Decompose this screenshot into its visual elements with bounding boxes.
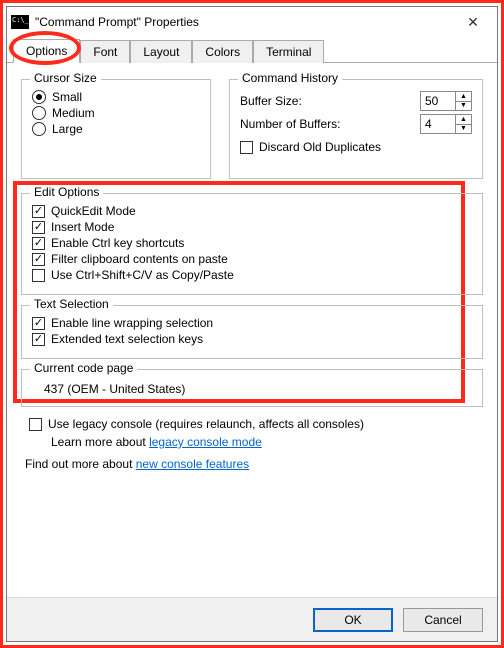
edit-options-title: Edit Options [30, 185, 103, 199]
ok-button[interactable]: OK [313, 608, 393, 632]
filter-clipboard-checkbox[interactable]: Filter clipboard contents on paste [32, 252, 472, 266]
checkbox-label: Discard Old Duplicates [259, 140, 381, 154]
checkbox-icon [32, 237, 45, 250]
tab-layout[interactable]: Layout [130, 40, 192, 63]
checkbox-icon [32, 221, 45, 234]
window-title: "Command Prompt" Properties [35, 15, 453, 29]
text-selection-group: Text Selection Enable line wrapping sele… [21, 305, 483, 359]
cursor-size-title: Cursor Size [30, 71, 101, 85]
text-selection-title: Text Selection [30, 297, 113, 311]
radio-label: Medium [52, 106, 95, 120]
legacy-learn-prefix: Learn more about [51, 435, 149, 449]
ctrl-shortcuts-checkbox[interactable]: Enable Ctrl key shortcuts [32, 236, 472, 250]
findout-prefix: Find out more about [25, 457, 136, 471]
radio-label: Small [52, 90, 82, 104]
num-buffers-value[interactable]: 4 [421, 115, 455, 133]
checkbox-label: Insert Mode [51, 220, 114, 234]
command-history-group: Command History Buffer Size: 50 ▲ ▼ Numb… [229, 79, 483, 179]
legacy-console-link[interactable]: legacy console mode [149, 435, 262, 449]
cursor-size-group: Cursor Size Small Medium Large [21, 79, 211, 179]
cancel-button[interactable]: Cancel [403, 608, 483, 632]
checkbox-label: Enable line wrapping selection [51, 316, 213, 330]
new-console-features-link[interactable]: new console features [136, 457, 249, 471]
num-buffers-label: Number of Buffers: [240, 117, 341, 131]
tab-font[interactable]: Font [80, 40, 130, 63]
checkbox-label: Use Ctrl+Shift+C/V as Copy/Paste [51, 268, 234, 282]
command-history-title: Command History [238, 71, 342, 85]
radio-icon [32, 106, 46, 120]
spinner-down-icon[interactable]: ▼ [456, 102, 471, 111]
checkbox-icon [32, 253, 45, 266]
checkbox-label: Use legacy console (requires relaunch, a… [48, 417, 364, 431]
insert-mode-checkbox[interactable]: Insert Mode [32, 220, 472, 234]
quickedit-checkbox[interactable]: QuickEdit Mode [32, 204, 472, 218]
spinner-down-icon[interactable]: ▼ [456, 125, 471, 134]
radio-icon [32, 90, 46, 104]
close-icon: ✕ [467, 14, 479, 31]
checkbox-label: Filter clipboard contents on paste [51, 252, 228, 266]
buffer-size-label: Buffer Size: [240, 94, 302, 108]
checkbox-icon [32, 333, 45, 346]
tab-colors[interactable]: Colors [192, 40, 253, 63]
checkbox-label: QuickEdit Mode [51, 204, 136, 218]
num-buffers-spinner[interactable]: 4 ▲ ▼ [420, 114, 472, 134]
checkbox-icon [32, 317, 45, 330]
radio-label: Large [52, 122, 83, 136]
ctrl-shift-cv-checkbox[interactable]: Use Ctrl+Shift+C/V as Copy/Paste [32, 268, 472, 282]
extended-selection-checkbox[interactable]: Extended text selection keys [32, 332, 472, 346]
cmd-icon [11, 15, 29, 29]
spinner-up-icon[interactable]: ▲ [456, 115, 471, 125]
checkbox-icon [240, 141, 253, 154]
tab-terminal[interactable]: Terminal [253, 40, 324, 63]
titlebar: "Command Prompt" Properties ✕ [7, 7, 497, 37]
checkbox-icon [32, 205, 45, 218]
checkbox-label: Extended text selection keys [51, 332, 203, 346]
close-button[interactable]: ✕ [453, 8, 493, 36]
radio-icon [32, 122, 46, 136]
cursor-medium-radio[interactable]: Medium [32, 106, 200, 120]
tab-options[interactable]: Options [13, 39, 80, 63]
properties-dialog: "Command Prompt" Properties ✕ Options Fo… [6, 6, 498, 642]
spinner-up-icon[interactable]: ▲ [456, 92, 471, 102]
checkbox-icon [32, 269, 45, 282]
dialog-footer: OK Cancel [7, 597, 497, 641]
checkbox-icon [29, 418, 42, 431]
edit-options-group: Edit Options QuickEdit Mode Insert Mode … [21, 193, 483, 295]
line-wrapping-checkbox[interactable]: Enable line wrapping selection [32, 316, 472, 330]
cursor-small-radio[interactable]: Small [32, 90, 200, 104]
tab-content: Cursor Size Small Medium Large Command H… [7, 63, 497, 597]
buffer-size-value[interactable]: 50 [421, 92, 455, 110]
buffer-size-spinner[interactable]: 50 ▲ ▼ [420, 91, 472, 111]
code-page-value: 437 (OEM - United States) [32, 378, 472, 396]
tab-strip: Options Font Layout Colors Terminal [7, 37, 497, 63]
code-page-title: Current code page [30, 361, 137, 375]
cursor-large-radio[interactable]: Large [32, 122, 200, 136]
code-page-group: Current code page 437 (OEM - United Stat… [21, 369, 483, 407]
checkbox-label: Enable Ctrl key shortcuts [51, 236, 184, 250]
discard-duplicates-checkbox[interactable]: Discard Old Duplicates [240, 140, 472, 154]
legacy-console-checkbox[interactable]: Use legacy console (requires relaunch, a… [29, 417, 483, 431]
